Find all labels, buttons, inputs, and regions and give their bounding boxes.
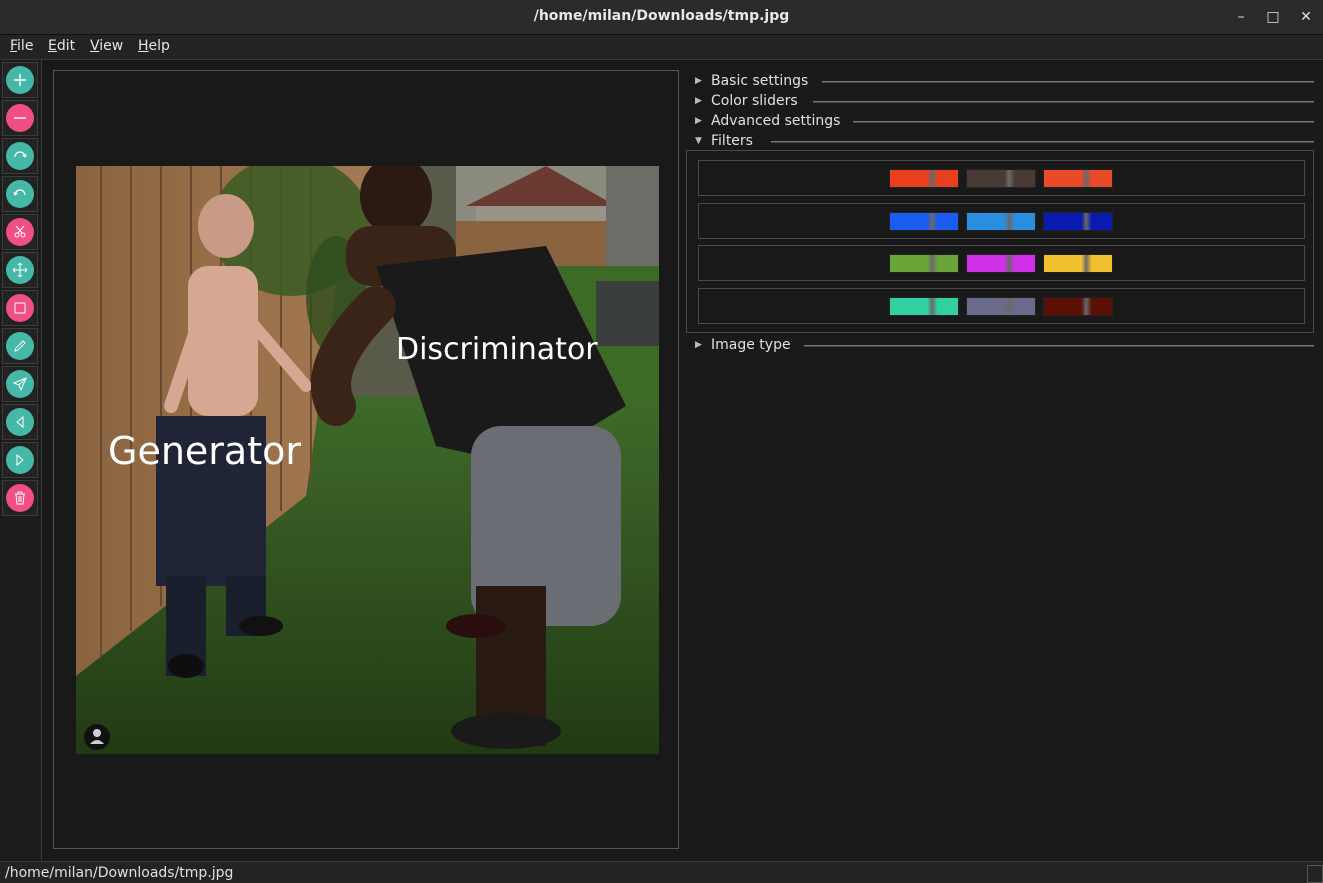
section-color-sliders-label: Color sliders	[711, 93, 798, 109]
status-path: /home/milan/Downloads/tmp.jpg	[5, 865, 234, 881]
minimize-button[interactable]: –	[1229, 5, 1253, 29]
filter-thumbnail[interactable]	[966, 169, 1036, 188]
section-basic-settings[interactable]: ▶ Basic settings	[686, 73, 1316, 91]
filter-thumbnail[interactable]	[966, 254, 1036, 273]
menu-edit[interactable]: Edit	[48, 38, 75, 54]
section-image-type[interactable]: ▶ Image type	[686, 337, 1316, 355]
filter-thumbnail[interactable]	[1043, 297, 1113, 316]
status-bar: /home/milan/Downloads/tmp.jpg	[0, 861, 1323, 883]
collapsed-arrow-icon: ▶	[695, 76, 702, 86]
collapsed-arrow-icon: ▶	[695, 340, 702, 350]
settings-panel: ▶ Basic settings ▶ Color sliders ▶ Advan…	[686, 70, 1316, 860]
section-basic-settings-label: Basic settings	[711, 73, 809, 89]
filter-thumbnail[interactable]	[966, 297, 1036, 316]
window-title: /home/milan/Downloads/tmp.jpg	[533, 8, 790, 24]
send-button[interactable]	[2, 366, 38, 402]
pencil-icon	[6, 332, 34, 360]
resize-grip[interactable]	[1307, 865, 1323, 883]
filter-row	[698, 245, 1305, 281]
title-bar: /home/milan/Downloads/tmp.jpg – □ ✕	[0, 0, 1323, 35]
move-icon	[6, 256, 34, 284]
zoom-out-button[interactable]	[2, 100, 38, 136]
section-filters[interactable]: ▼ Filters	[686, 133, 1316, 151]
cut-button[interactable]	[2, 214, 38, 250]
menu-view-mnemonic: V	[90, 38, 100, 54]
zoom-in-icon	[6, 66, 34, 94]
generator-caption: Generator	[108, 429, 301, 473]
menu-help-label: elp	[148, 38, 170, 54]
filter-thumbnail[interactable]	[889, 212, 959, 231]
expanded-arrow-icon: ▼	[695, 136, 702, 146]
filter-thumbnail[interactable]	[889, 297, 959, 316]
filter-row	[698, 160, 1305, 196]
menu-bar: File Edit View Help	[0, 35, 1323, 60]
rotate-left-icon	[6, 180, 34, 208]
menu-edit-mnemonic: E	[48, 38, 57, 54]
image-preview: Discriminator Generator	[76, 166, 659, 754]
collapsed-arrow-icon: ▶	[695, 116, 702, 126]
filter-row	[698, 203, 1305, 239]
menu-file-label: ile	[17, 38, 34, 54]
menu-help[interactable]: Help	[138, 38, 170, 54]
section-advanced-settings-label: Advanced settings	[711, 113, 841, 129]
next-icon	[6, 446, 34, 474]
delete-button[interactable]	[2, 480, 38, 516]
filter-thumbnail[interactable]	[889, 169, 959, 188]
filter-row	[698, 288, 1305, 324]
previous-button[interactable]	[2, 404, 38, 440]
rotate-right-icon	[6, 142, 34, 170]
menu-help-mnemonic: H	[138, 38, 149, 54]
collapsed-arrow-icon: ▶	[695, 96, 702, 106]
section-advanced-settings[interactable]: ▶ Advanced settings	[686, 113, 1316, 131]
menu-file[interactable]: File	[10, 38, 33, 54]
section-image-type-label: Image type	[711, 337, 791, 353]
menu-view[interactable]: View	[90, 38, 123, 54]
filters-group	[686, 150, 1314, 333]
rotate-left-button[interactable]	[2, 176, 38, 212]
crop-button[interactable]	[2, 290, 38, 326]
filter-thumbnail[interactable]	[966, 212, 1036, 231]
menu-view-label: iew	[99, 38, 124, 54]
zoom-out-icon	[6, 104, 34, 132]
filter-thumbnail[interactable]	[1043, 254, 1113, 273]
close-button[interactable]: ✕	[1294, 5, 1318, 29]
menu-file-mnemonic: F	[10, 38, 18, 54]
discriminator-caption: Discriminator	[396, 332, 598, 367]
section-divider	[853, 121, 1314, 123]
filter-thumbnail[interactable]	[1043, 169, 1113, 188]
section-color-sliders[interactable]: ▶ Color sliders	[686, 93, 1316, 111]
filter-thumbnail[interactable]	[1043, 212, 1113, 231]
filter-thumbnail[interactable]	[889, 254, 959, 273]
tool-bar	[0, 60, 42, 860]
maximize-button[interactable]: □	[1261, 5, 1285, 29]
delete-icon	[6, 484, 34, 512]
send-icon	[6, 370, 34, 398]
next-button[interactable]	[2, 442, 38, 478]
section-filters-label: Filters	[711, 133, 753, 149]
section-divider	[822, 81, 1314, 83]
section-divider	[813, 101, 1314, 103]
menu-edit-label: dit	[56, 38, 76, 54]
zoom-in-button[interactable]	[2, 62, 38, 98]
rotate-right-button[interactable]	[2, 138, 38, 174]
draw-button[interactable]	[2, 328, 38, 364]
section-divider	[804, 345, 1314, 347]
previous-icon	[6, 408, 34, 436]
crop-icon	[6, 294, 34, 322]
section-divider	[771, 141, 1314, 143]
cut-icon	[6, 218, 34, 246]
move-button[interactable]	[2, 252, 38, 288]
